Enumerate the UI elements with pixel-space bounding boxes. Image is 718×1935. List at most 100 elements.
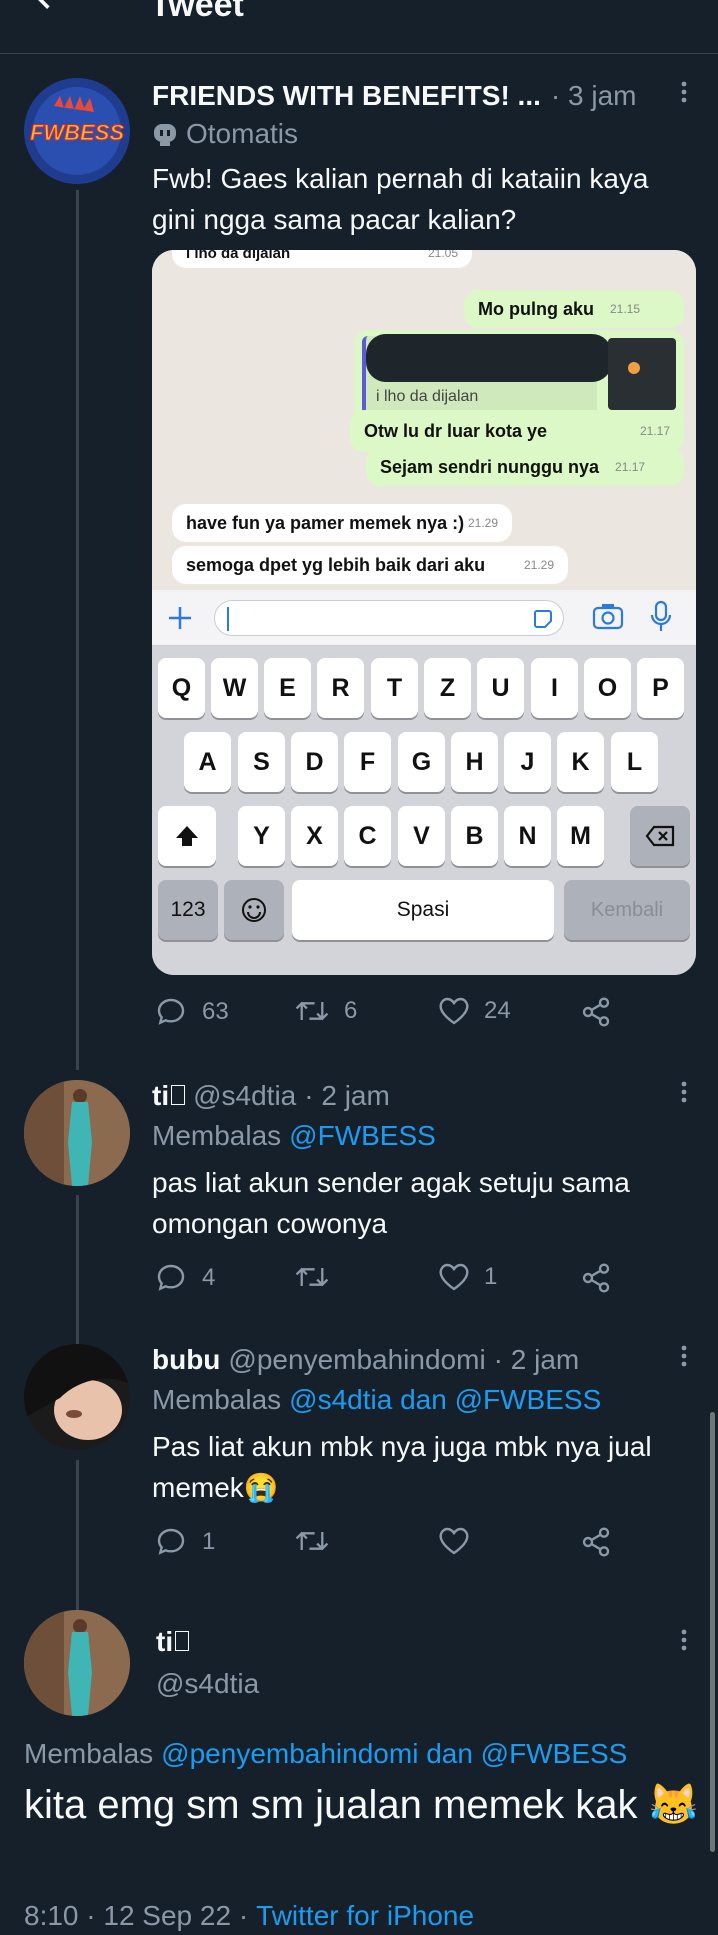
share-button[interactable] bbox=[580, 1526, 612, 1558]
shift-key bbox=[158, 806, 216, 866]
key: M bbox=[557, 806, 604, 866]
tweet-header: FRIENDS WITH BENEFITS! ... · 3 jam bbox=[152, 80, 662, 112]
tweet-metadata: 8:10 · 12 Sep 22 · Twitter for iPhone bbox=[24, 1900, 474, 1932]
glyph-box bbox=[175, 1631, 190, 1651]
chat-message: semoga dpet yg lebih baik dari aku 21.29 bbox=[172, 546, 568, 584]
reply-button[interactable]: 4 bbox=[154, 1262, 215, 1294]
share-button[interactable] bbox=[580, 996, 612, 1028]
share-button[interactable] bbox=[580, 1262, 612, 1294]
key: T bbox=[371, 658, 418, 718]
user-handle[interactable]: @s4dtia bbox=[193, 1080, 296, 1112]
reply-button[interactable]: 1 bbox=[154, 1526, 215, 1558]
share-icon bbox=[582, 997, 610, 1027]
tweet-source-link[interactable]: Twitter for iPhone bbox=[256, 1900, 474, 1932]
retweet-button[interactable] bbox=[294, 1526, 330, 1556]
display-name[interactable]: ti bbox=[156, 1626, 173, 1658]
reply-button[interactable]: 63 bbox=[154, 996, 229, 1028]
chat-message: Sejam sendri nunggu nya 21.17 bbox=[366, 448, 684, 486]
key: Y bbox=[238, 806, 285, 866]
retweet-icon bbox=[295, 1531, 329, 1551]
like-button[interactable]: 24 bbox=[438, 996, 511, 1026]
chat-message: i lho da dijalan 21.05 bbox=[172, 250, 472, 268]
reply-icon bbox=[157, 998, 185, 1025]
user-photo bbox=[24, 1344, 130, 1450]
avatar[interactable] bbox=[24, 1610, 130, 1716]
focused-name: ti bbox=[156, 1626, 190, 1658]
fwbess-logo-icon: FWBESS bbox=[24, 78, 130, 184]
key: C bbox=[344, 806, 391, 866]
tweet-media[interactable]: i lho da dijalan 21.05 Mo pulng aku 21.15 … bbox=[152, 250, 696, 975]
tweet-header: ti @s4dtia · 2 jam bbox=[152, 1080, 390, 1112]
tweet-text: pas liat akun sender agak setuju sama om… bbox=[152, 1167, 630, 1239]
key: J bbox=[504, 732, 551, 792]
display-name[interactable]: bubu bbox=[152, 1344, 220, 1376]
more-options-icon[interactable] bbox=[672, 1080, 696, 1104]
like-button[interactable] bbox=[438, 1526, 470, 1556]
tweet-time[interactable]: · 2 jam bbox=[494, 1344, 580, 1376]
key: S bbox=[238, 732, 285, 792]
heart-icon bbox=[439, 1263, 469, 1291]
retweet-button[interactable] bbox=[294, 1262, 330, 1292]
key: E bbox=[264, 658, 311, 718]
back-arrow-icon[interactable] bbox=[30, 0, 70, 16]
keyboard: Q W E R T Z U I O P A S D F G H J K L Y … bbox=[152, 646, 696, 975]
mention-link[interactable]: @penyembahindomi dan @FWBESS bbox=[161, 1738, 627, 1770]
retweet-count: 6 bbox=[344, 997, 358, 1024]
key: R bbox=[317, 658, 364, 718]
key: B bbox=[451, 806, 498, 866]
reply-count: 63 bbox=[202, 998, 229, 1025]
redacted-block bbox=[366, 334, 612, 382]
replying-prefix: Membalas bbox=[24, 1738, 154, 1769]
return-key: Kembali bbox=[564, 880, 690, 940]
like-count: 1 bbox=[484, 1263, 498, 1290]
retweet-icon bbox=[295, 1001, 329, 1021]
chat-text-field bbox=[214, 600, 564, 636]
display-name[interactable]: ti bbox=[152, 1080, 169, 1112]
key: W bbox=[211, 658, 258, 718]
key: P bbox=[637, 658, 684, 718]
user-handle[interactable]: @penyembahindomi bbox=[228, 1344, 485, 1376]
like-button[interactable]: 1 bbox=[438, 1262, 497, 1292]
backspace-icon bbox=[645, 825, 675, 847]
avatar[interactable]: FWBESS bbox=[24, 78, 130, 184]
user-photo bbox=[24, 1080, 130, 1186]
automated-label-text: Otomatis bbox=[186, 118, 299, 149]
heart-icon bbox=[439, 997, 469, 1025]
replying-prefix: Membalas bbox=[152, 1120, 282, 1151]
tweet-header: bubu @penyembahindomi · 2 jam bbox=[152, 1344, 579, 1376]
plus-icon bbox=[169, 607, 191, 629]
retweet-button[interactable]: 6 bbox=[294, 996, 357, 1026]
key: N bbox=[504, 806, 551, 866]
display-name[interactable]: FRIENDS WITH BENEFITS! ... bbox=[152, 80, 541, 112]
space-key: Spasi bbox=[292, 880, 554, 940]
user-handle[interactable]: @s4dtia bbox=[156, 1668, 259, 1700]
key: L bbox=[611, 732, 658, 792]
chat-message: Otw lu dr luar kota ye 21.17 bbox=[350, 410, 684, 452]
automated-label: Otomatis bbox=[152, 118, 298, 150]
top-bar: Tweet bbox=[0, 0, 718, 54]
more-options-icon[interactable] bbox=[672, 80, 696, 104]
tweet-text: Pas liat akun mbk nya juga mbk nya jual … bbox=[152, 1431, 652, 1503]
mention-link[interactable]: @FWBESS bbox=[289, 1120, 436, 1152]
more-options-icon[interactable] bbox=[672, 1344, 696, 1368]
key: Z bbox=[424, 658, 471, 718]
thread-connector bbox=[76, 1195, 79, 1345]
key: X bbox=[291, 806, 338, 866]
scrollbar[interactable] bbox=[710, 1412, 715, 1852]
key: H bbox=[451, 732, 498, 792]
thread-connector bbox=[76, 1460, 79, 1610]
tweet-time[interactable]: · 3 jam bbox=[551, 80, 637, 112]
mention-link[interactable]: @s4dtia dan @FWBESS bbox=[289, 1384, 601, 1416]
more-options-icon[interactable] bbox=[672, 1628, 696, 1652]
replying-to: Membalas @s4dtia dan @FWBESS bbox=[152, 1384, 601, 1416]
reply-icon bbox=[157, 1264, 185, 1291]
reply-count: 4 bbox=[202, 1264, 216, 1291]
avatar[interactable] bbox=[24, 1080, 130, 1186]
page-title: Tweet bbox=[150, 0, 244, 24]
replying-to: Membalas @FWBESS bbox=[152, 1120, 436, 1152]
avatar[interactable] bbox=[24, 1344, 130, 1450]
tweet-time[interactable]: · 2 jam bbox=[304, 1080, 390, 1112]
key: K bbox=[557, 732, 604, 792]
key: U bbox=[477, 658, 524, 718]
shift-icon bbox=[176, 826, 198, 846]
